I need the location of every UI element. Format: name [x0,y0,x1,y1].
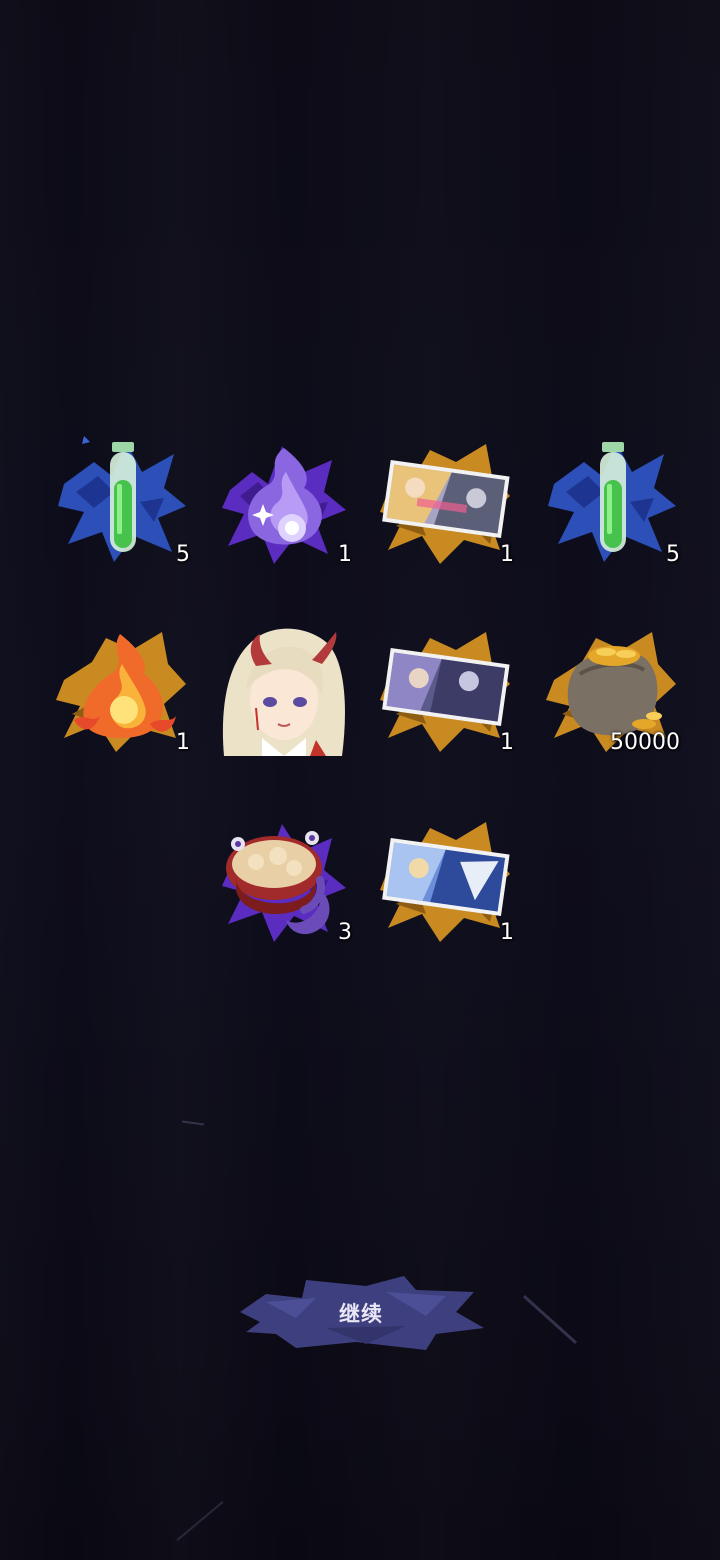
reward-screen: 5 1 1 5 1 1 50000 3 1 继续 [0,0,720,1560]
continue-button[interactable]: 继续 [236,1272,486,1354]
bg-streak [176,1500,224,1542]
reward-count: 1 [338,542,352,567]
oni-girl-portrait [222,628,345,756]
reward-count: 5 [176,542,190,567]
character-card-icon [382,647,510,727]
reward-count: 1 [500,920,514,945]
reward-item[interactable]: 5 [54,432,190,568]
green-potion-icon [110,442,136,552]
bg-streak [522,1294,578,1345]
reward-count: 5 [666,542,680,567]
purple-spirit-flame-icon [248,448,322,545]
reward-item[interactable]: 50000 [544,620,680,756]
tentacle-noodle-bowl-icon [226,831,330,935]
reward-item[interactable] [216,620,352,756]
green-potion-icon [600,442,626,552]
reward-item[interactable]: 5 [544,432,680,568]
reward-item[interactable]: 1 [216,432,352,568]
character-card-icon [382,459,510,539]
reward-count: 1 [176,730,190,755]
bg-streak [181,1120,205,1126]
reward-item[interactable]: 3 [216,810,352,946]
continue-label: 继续 [339,1302,383,1326]
reward-count: 1 [500,730,514,755]
reward-item[interactable]: 1 [378,620,514,756]
fire-essence-icon [74,634,176,739]
reward-count: 1 [500,542,514,567]
reward-count: 3 [338,920,352,945]
reward-item[interactable]: 1 [378,432,514,568]
reward-count: 50000 [610,730,680,755]
reward-item[interactable]: 1 [54,620,190,756]
reward-item[interactable]: 1 [378,810,514,946]
character-card-icon [382,837,510,917]
